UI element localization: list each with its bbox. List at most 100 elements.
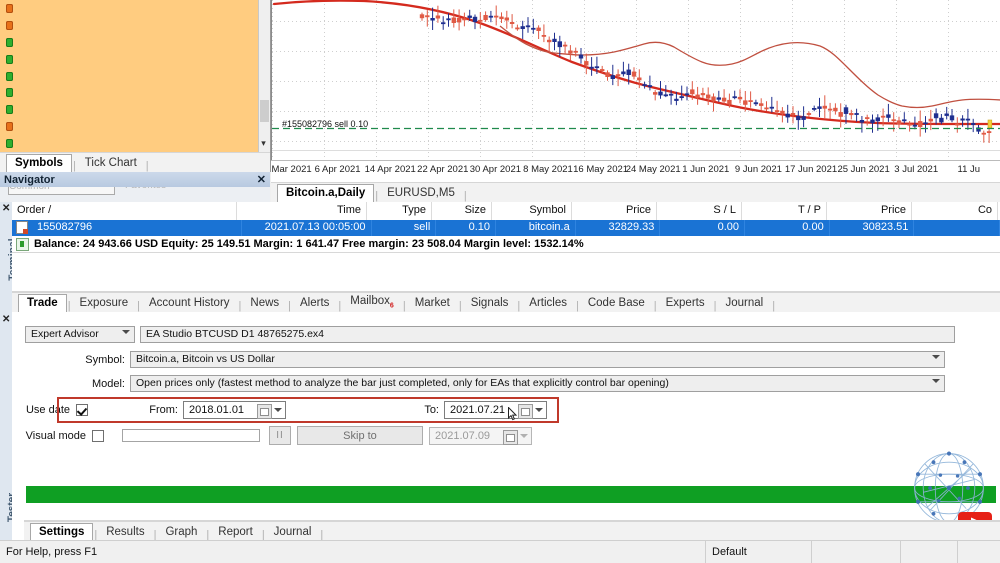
market-watch-row[interactable] xyxy=(0,17,270,34)
tab-articles[interactable]: Articles xyxy=(521,295,575,312)
cell-price: 32829.33 xyxy=(576,220,661,236)
tab-trade[interactable]: Trade xyxy=(18,294,67,313)
x-axis-tick-label: 17 Jun 2021 xyxy=(784,164,838,175)
test-progress-bar xyxy=(26,486,996,503)
tab-report[interactable]: Report xyxy=(210,524,261,541)
tab-alerts[interactable]: Alerts xyxy=(292,295,337,312)
symbol-select[interactable]: Bitcoin.a, Bitcoin vs US Dollar xyxy=(130,351,945,368)
visual-mode-checkbox[interactable] xyxy=(92,429,104,442)
tab-separator: | xyxy=(772,300,776,312)
navigator-tab-favorites[interactable]: Favorites xyxy=(125,187,195,193)
use-date-checkbox[interactable] xyxy=(76,404,88,416)
navigator-tab-common-label: Common xyxy=(9,187,50,192)
unread-badge: 6 xyxy=(389,302,394,309)
chevron-down-icon[interactable] xyxy=(535,408,543,412)
market-watch-row[interactable] xyxy=(0,118,270,135)
close-icon[interactable]: ✕ xyxy=(2,203,10,214)
market-watch-row[interactable] xyxy=(0,34,270,51)
market-watch-row[interactable] xyxy=(0,135,270,152)
navigator-tab-common[interactable]: Common xyxy=(8,187,115,195)
from-date-input[interactable]: 2018.01.01 xyxy=(183,401,286,419)
expert-advisor-file-field[interactable]: EA Studio BTCUSD D1 48765275.ex4 xyxy=(140,326,955,343)
skip-to-date-input[interactable]: 2021.07.09 xyxy=(429,426,532,445)
column-header[interactable]: T / P xyxy=(742,202,827,220)
calendar-icon[interactable] xyxy=(257,404,272,419)
x-axis-tick-label: 8 May 2021 xyxy=(523,164,573,175)
market-watch-row[interactable] xyxy=(0,51,270,68)
column-header[interactable]: Price xyxy=(572,202,657,220)
tab-signals[interactable]: Signals xyxy=(463,295,517,312)
calendar-icon[interactable] xyxy=(503,429,518,445)
tab-results[interactable]: Results xyxy=(98,524,152,541)
close-icon[interactable]: ✕ xyxy=(257,173,266,186)
column-header[interactable]: Symbol xyxy=(492,202,572,220)
x-axis-tick-label: 16 May 2021 xyxy=(573,164,629,175)
x-axis-tick-label: 9 Jun 2021 xyxy=(734,164,782,175)
tab-exposure[interactable]: Exposure xyxy=(72,295,137,312)
column-header[interactable]: Time xyxy=(237,202,367,220)
column-header[interactable]: Type xyxy=(367,202,432,220)
tab-market[interactable]: Market xyxy=(407,295,458,312)
status-profile[interactable]: Default xyxy=(706,541,811,563)
balance-summary-text: Balance: 24 943.66 USD Equity: 25 149.51… xyxy=(34,238,584,250)
strategy-tester-panel: ✕ Tester Expert Advisor EA Studio BTCUSD… xyxy=(0,312,1000,542)
tab-bitcoin-a-daily[interactable]: Bitcoin.a,Daily xyxy=(277,184,375,203)
arrow-down-icon xyxy=(4,20,15,31)
chevron-down-icon[interactable] xyxy=(274,408,282,412)
arrow-up-icon xyxy=(4,37,15,48)
chevron-down-icon[interactable]: ▾ xyxy=(258,137,269,150)
tab-account-history[interactable]: Account History xyxy=(141,295,238,312)
column-header[interactable]: Price xyxy=(827,202,912,220)
x-axis-tick-label: 29 Mar 2021 xyxy=(271,164,312,175)
to-date-value: 2021.07.21 xyxy=(450,404,506,416)
column-header[interactable]: S / L xyxy=(657,202,742,220)
navigator-tab-favorites-label: Favorites xyxy=(125,187,166,191)
x-axis-tick-label: 25 Jun 2021 xyxy=(837,164,890,175)
chevron-down-icon xyxy=(122,330,130,334)
tab-eurusd-m5[interactable]: EURUSD,M5 xyxy=(379,185,463,202)
column-header[interactable]: Order / xyxy=(12,202,237,220)
market-watch-row[interactable] xyxy=(0,68,270,85)
symbol-label: Symbol: xyxy=(85,353,125,366)
to-label: To: xyxy=(424,404,439,416)
order-type-icon xyxy=(16,221,28,234)
tab-news[interactable]: News xyxy=(242,295,287,312)
model-label: Model: xyxy=(91,377,125,390)
chevron-down-icon xyxy=(932,379,940,383)
visual-mode-speed-slider[interactable] xyxy=(122,429,260,442)
x-axis-tick-label: 22 Apr 2021 xyxy=(417,164,469,175)
market-watch-scrollbar[interactable] xyxy=(258,0,270,152)
tab-journal[interactable]: Journal xyxy=(266,524,320,541)
calendar-icon[interactable] xyxy=(518,404,533,419)
market-watch-row[interactable] xyxy=(0,101,270,118)
table-row[interactable]: 155082796 2021.07.13 00:05:00 sell 0.10 … xyxy=(12,220,1000,236)
tab-code-base[interactable]: Code Base xyxy=(580,295,653,312)
tab-experts[interactable]: Experts xyxy=(658,295,713,312)
expert-advisor-type-select[interactable]: Expert Advisor xyxy=(25,326,135,343)
skip-to-button[interactable]: Skip to xyxy=(297,426,423,445)
market-watch-row[interactable] xyxy=(0,0,270,17)
visual-mode-label: Visual mode xyxy=(25,429,86,442)
market-watch-row[interactable] xyxy=(0,84,270,101)
close-icon[interactable]: ✕ xyxy=(2,314,10,325)
tab-graph[interactable]: Graph xyxy=(157,524,205,541)
chevron-down-icon[interactable] xyxy=(520,433,528,438)
tab-tick-chart[interactable]: Tick Chart xyxy=(77,155,145,172)
scrollbar-thumb[interactable] xyxy=(260,100,269,122)
to-date-input[interactable]: 2021.07.21 xyxy=(444,401,547,419)
x-axis-tick-label: 3 Jul 2021 xyxy=(894,164,939,175)
price-chart[interactable]: #155082796 sell 0.10 xyxy=(271,0,1000,160)
tester-settings-form: Expert Advisor EA Studio BTCUSD D1 48765… xyxy=(12,312,1000,542)
column-header[interactable]: Co xyxy=(912,202,998,220)
pause-button[interactable]: II xyxy=(269,426,291,445)
chart-canvas xyxy=(272,0,1000,160)
status-cell-4 xyxy=(901,541,957,563)
from-label: From: xyxy=(149,404,178,416)
tab-journal[interactable]: Journal xyxy=(717,295,771,312)
arrow-up-icon xyxy=(4,104,15,115)
x-axis-tick-label: 14 Apr 2021 xyxy=(364,164,416,175)
tab-mailbox[interactable]: Mailbox6 xyxy=(342,293,402,312)
model-select[interactable]: Open prices only (fastest method to anal… xyxy=(130,375,945,392)
tab-symbols[interactable]: Symbols xyxy=(6,154,72,173)
column-header[interactable]: Size xyxy=(432,202,492,220)
